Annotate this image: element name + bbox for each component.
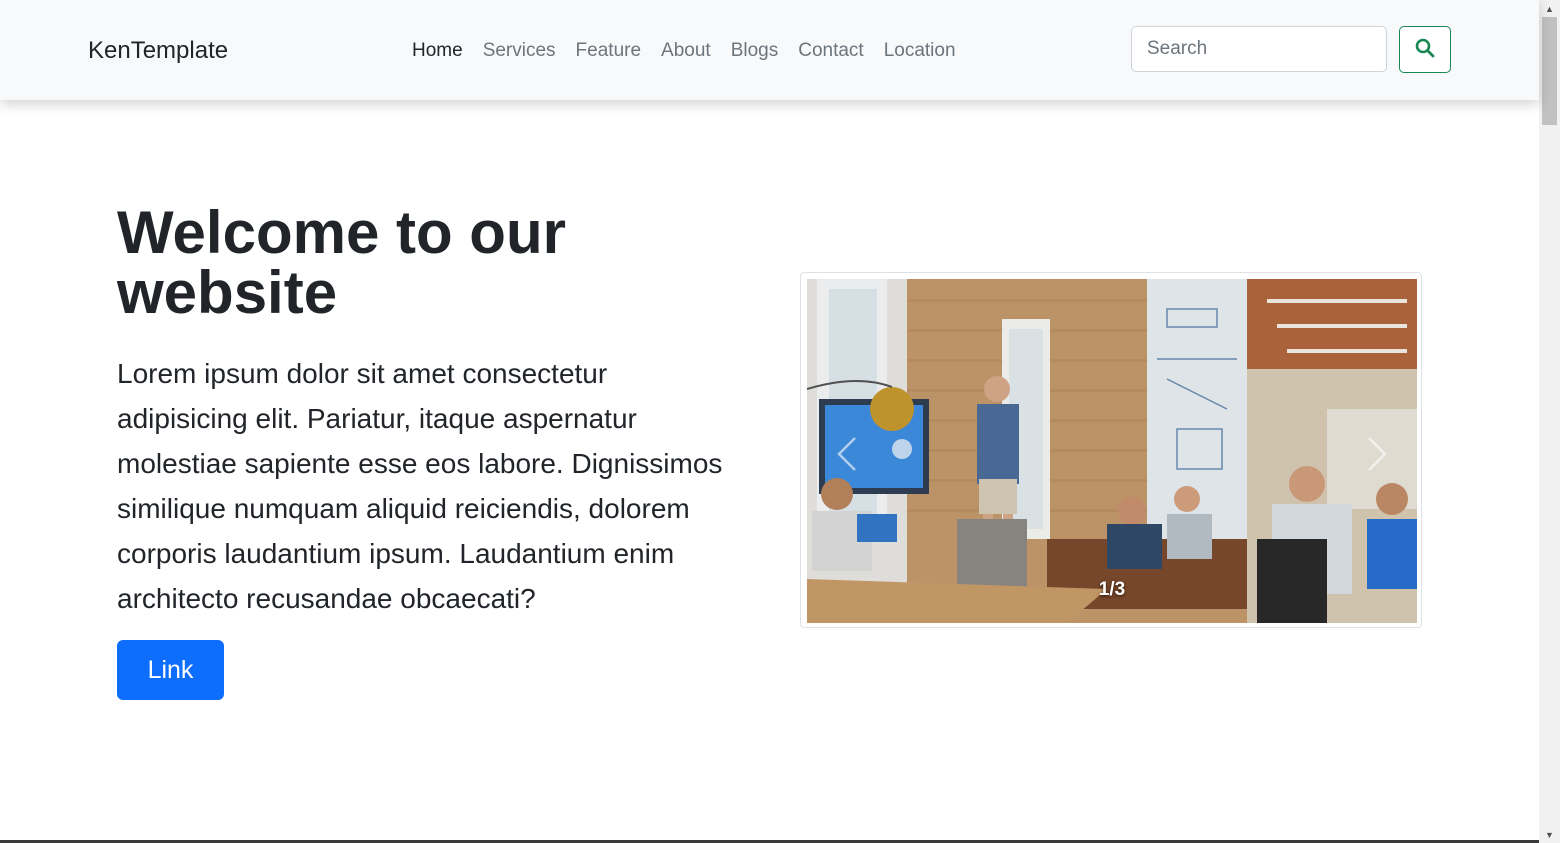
scroll-down-arrow-icon[interactable]: ▼ [1539, 826, 1560, 843]
carousel: 1/3 [800, 272, 1422, 628]
nav-links: Home Services Feature About Blogs Contac… [402, 37, 966, 65]
search-input[interactable] [1131, 26, 1387, 72]
hero-title: Welcome to our website [117, 199, 566, 326]
nav-link-services[interactable]: Services [473, 37, 566, 65]
search-icon [1415, 38, 1435, 61]
carousel-prev-button[interactable] [827, 429, 867, 479]
nav-link-contact[interactable]: Contact [788, 37, 873, 65]
link-button[interactable]: Link [117, 640, 224, 700]
search-button[interactable] [1399, 26, 1451, 73]
page: KenTemplate Home Services Feature About … [0, 0, 1560, 843]
carousel-counter: 1/3 [1098, 579, 1126, 600]
brand-link[interactable]: KenTemplate [88, 36, 228, 66]
hero-text: Lorem ipsum dolor sit amet consectetur a… [117, 358, 723, 614]
nav-link-about[interactable]: About [651, 37, 721, 65]
scroll-thumb[interactable] [1542, 17, 1557, 125]
content-area: KenTemplate Home Services Feature About … [0, 0, 1539, 843]
nav-link-blogs[interactable]: Blogs [721, 37, 789, 65]
carousel-next-button[interactable] [1357, 429, 1397, 479]
nav-link-location[interactable]: Location [874, 37, 966, 65]
nav-link-feature[interactable]: Feature [566, 37, 651, 65]
nav-link-home[interactable]: Home [402, 37, 473, 65]
chevron-right-icon [1365, 434, 1389, 474]
scrollbar[interactable]: ▲ ▼ [1539, 0, 1560, 843]
chevron-left-icon [835, 434, 859, 474]
navbar: KenTemplate Home Services Feature About … [0, 0, 1539, 100]
office-meeting-photo [807, 279, 1417, 623]
carousel-slide-image: 1/3 [807, 279, 1417, 623]
scroll-up-arrow-icon[interactable]: ▲ [1539, 0, 1560, 17]
